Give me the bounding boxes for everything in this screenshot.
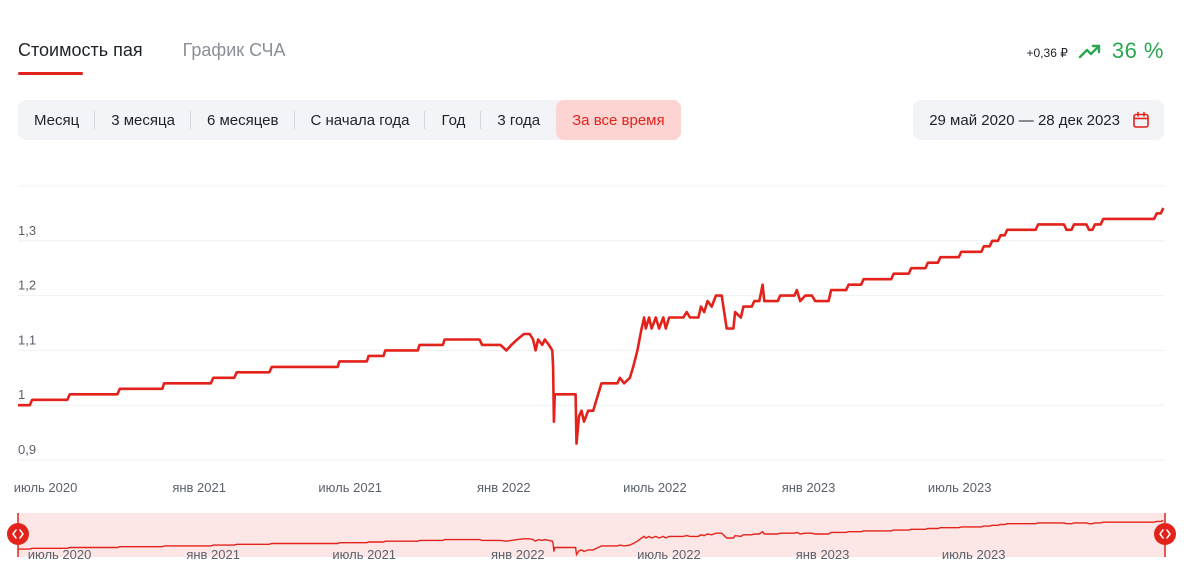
- tab-unit-price-label: Стоимость пая: [18, 40, 143, 60]
- x-tick-label: июль 2020: [14, 480, 78, 495]
- period-6-months-button[interactable]: 6 месяцев: [191, 100, 295, 140]
- unit-price-line: [18, 207, 1165, 445]
- percent-change: 36 %: [1111, 38, 1164, 63]
- navigator-tick-label: июль 2020: [28, 547, 92, 562]
- active-tab-underline: [18, 72, 83, 75]
- tab-bar: Стоимость пая График СЧА: [18, 40, 286, 75]
- tab-unit-price[interactable]: Стоимость пая: [18, 40, 143, 75]
- trending-up-icon: [1078, 44, 1101, 59]
- date-range-label: 29 май 2020 — 28 дек 2023: [929, 111, 1120, 129]
- tab-nav-chart-label: График СЧА: [182, 40, 286, 60]
- navigator-tick-label: июль 2022: [637, 547, 701, 562]
- navigator-tick-label: янв 2023: [796, 547, 850, 562]
- navigator-tick-label: июль 2023: [942, 547, 1006, 562]
- y-tick-label: 1,3: [18, 223, 36, 238]
- period-year-button[interactable]: Год: [425, 100, 482, 140]
- x-tick-label: июль 2021: [318, 480, 382, 495]
- drag-handle-icon: [1154, 523, 1176, 545]
- navigator-tick-label: янв 2022: [491, 547, 545, 562]
- period-3-years-button[interactable]: 3 года: [481, 100, 556, 140]
- navigator-tick-label: янв 2021: [186, 547, 240, 562]
- period-ytd-button[interactable]: С начала года: [295, 100, 426, 140]
- drag-handle-icon: [7, 523, 29, 545]
- range-navigator[interactable]: июль 2020 янв 2021 июль 2021 янв 2022 июль 2…: [0, 505, 1200, 565]
- calendar-icon: [1133, 111, 1149, 128]
- performance-summary: +0,36 ₽ 36 %: [1027, 38, 1165, 64]
- period-month-button[interactable]: Месяц: [18, 100, 96, 140]
- period-3-months-button[interactable]: 3 месяца: [95, 100, 191, 140]
- x-tick-label: янв 2021: [172, 480, 226, 495]
- period-selector: Месяц 3 месяца 6 месяцев С начала года Г…: [18, 100, 681, 140]
- x-tick-label: янв 2022: [477, 480, 531, 495]
- y-tick-label: 1,1: [18, 332, 36, 347]
- y-tick-label: 1,2: [18, 278, 36, 293]
- x-tick-label: янв 2023: [782, 480, 836, 495]
- y-tick-label: 0,9: [18, 442, 36, 457]
- unit-price-chart[interactable]: 0,9 1 1,1 1,2 1,3 июль 2020 янв 2021 июль 2021 я…: [0, 160, 1200, 500]
- absolute-change: +0,36 ₽: [1026, 46, 1068, 60]
- period-all-time-button[interactable]: За все время: [556, 100, 681, 140]
- x-tick-label: июль 2023: [928, 480, 992, 495]
- navigator-tick-label: июль 2021: [332, 547, 396, 562]
- y-tick-label: 1: [18, 387, 25, 402]
- x-tick-label: июль 2022: [623, 480, 687, 495]
- date-range-picker[interactable]: 29 май 2020 — 28 дек 2023: [913, 100, 1164, 140]
- tab-nav-chart[interactable]: График СЧА: [183, 40, 286, 73]
